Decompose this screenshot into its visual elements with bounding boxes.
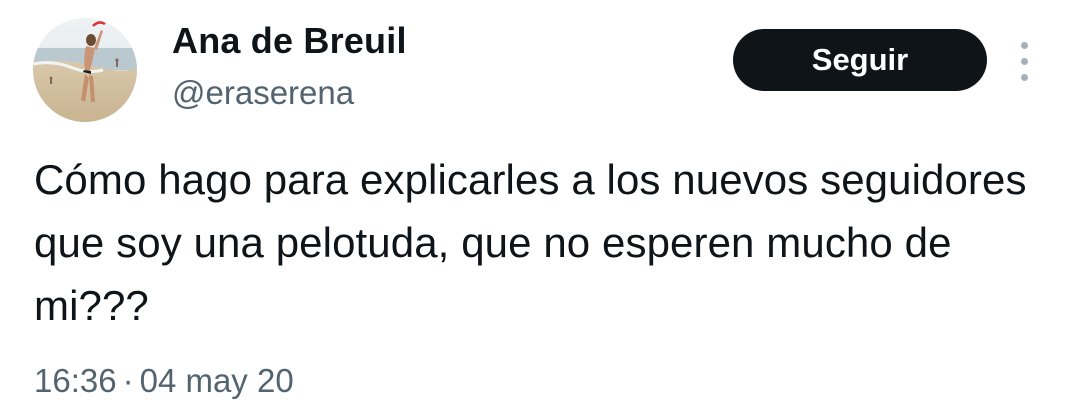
avatar[interactable]	[33, 18, 137, 122]
author-name[interactable]: Ana de Breuil	[172, 20, 407, 62]
follow-button[interactable]: Seguir	[733, 29, 987, 91]
more-dot	[1021, 42, 1028, 49]
tweet-card: Ana de Breuil @eraserena Seguir Cómo hag…	[0, 0, 1080, 420]
more-dot	[1021, 74, 1028, 81]
avatar-beach-photo	[33, 18, 137, 122]
more-vertical-icon[interactable]	[1010, 40, 1040, 84]
tweet-text: Cómo hago para explicarles a los nuevos …	[34, 156, 1027, 329]
tweet-time: 16:36	[34, 362, 117, 399]
tweet-date: 04 may 20	[139, 362, 294, 399]
tweet-timestamp[interactable]: 16:36 · 04 may 20	[34, 362, 294, 400]
meta-separator: ·	[122, 362, 134, 399]
author-handle[interactable]: @eraserena	[172, 74, 354, 112]
more-dot	[1021, 58, 1028, 65]
